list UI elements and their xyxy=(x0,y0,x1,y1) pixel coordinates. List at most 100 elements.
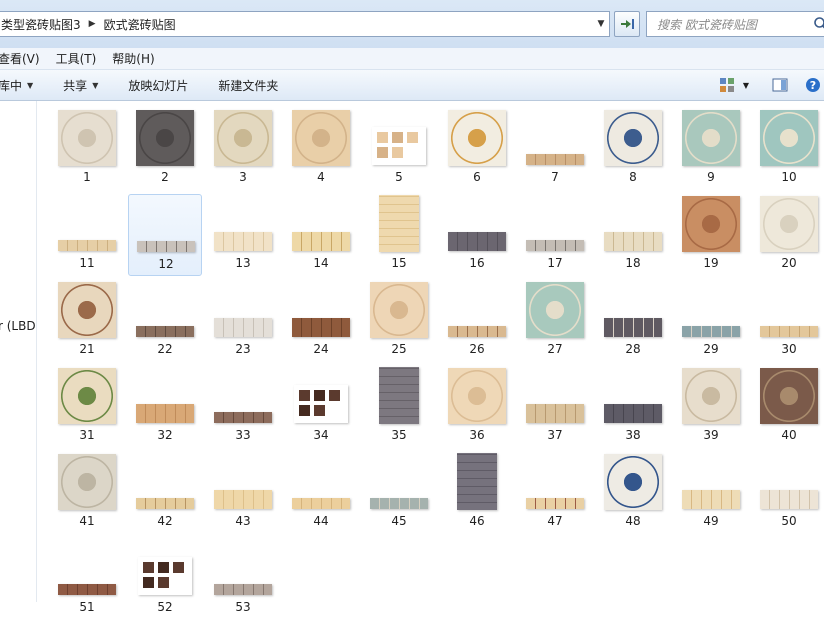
file-item[interactable]: 5 xyxy=(362,108,436,190)
address-dropdown-icon[interactable]: ▼ xyxy=(593,12,609,36)
file-item[interactable]: 26 xyxy=(440,280,514,362)
thumbnail-image xyxy=(760,490,818,509)
thumbnail-area xyxy=(206,538,280,600)
help-button[interactable]: ? xyxy=(802,77,824,93)
file-item[interactable]: 24 xyxy=(284,280,358,362)
thumbnail-area xyxy=(50,538,124,600)
file-item[interactable]: 51 xyxy=(50,538,124,620)
file-item[interactable]: 39 xyxy=(674,366,748,448)
file-item[interactable]: 9 xyxy=(674,108,748,190)
thumbnail-image xyxy=(370,282,428,338)
thumbnail-image xyxy=(604,404,662,423)
file-item[interactable]: 40 xyxy=(752,366,824,448)
view-options-dropdown[interactable]: ▼ xyxy=(738,81,754,90)
file-item[interactable]: 23 xyxy=(206,280,280,362)
change-view-button[interactable] xyxy=(716,77,738,93)
thumbnail-area xyxy=(440,452,514,514)
file-item[interactable]: 22 xyxy=(128,280,202,362)
file-item[interactable]: 45 xyxy=(362,452,436,534)
thumbnail-area xyxy=(674,452,748,514)
thumbnail-image xyxy=(682,490,740,509)
breadcrumb-separator-icon[interactable]: ▶ xyxy=(83,19,102,29)
file-item[interactable]: 12 xyxy=(128,194,202,276)
file-item[interactable]: 46 xyxy=(440,452,514,534)
file-item[interactable]: 49 xyxy=(674,452,748,534)
file-item[interactable]: 17 xyxy=(518,194,592,276)
file-item[interactable]: 15 xyxy=(362,194,436,276)
file-item[interactable]: 38 xyxy=(596,366,670,448)
search-input[interactable] xyxy=(655,13,809,37)
file-item[interactable]: 32 xyxy=(128,366,202,448)
file-item[interactable]: 7 xyxy=(518,108,592,190)
file-item[interactable]: 36 xyxy=(440,366,514,448)
file-list[interactable]: 1 2 3 4 5 6 7 8 9 10 11 12 13 14 15 16 17 18 19 20 21 22 23 24 2… xyxy=(37,101,824,614)
menu-help[interactable]: 帮助(H) xyxy=(104,50,162,67)
file-item[interactable]: 41 xyxy=(50,452,124,534)
thumbnail-area xyxy=(596,108,670,170)
file-item[interactable]: 3 xyxy=(206,108,280,190)
file-item[interactable]: 6 xyxy=(440,108,514,190)
thumbnail-image xyxy=(58,282,116,338)
file-name-label: 7 xyxy=(551,170,559,184)
file-item[interactable]: 14 xyxy=(284,194,358,276)
tile-swatch xyxy=(158,562,169,573)
search-box[interactable] xyxy=(646,11,824,37)
share-button[interactable]: 共享 ▼ xyxy=(48,77,113,94)
file-item[interactable]: 37 xyxy=(518,366,592,448)
file-item[interactable]: 42 xyxy=(128,452,202,534)
file-item[interactable]: 35 xyxy=(362,366,436,448)
preview-pane-button[interactable] xyxy=(768,77,792,93)
file-name-label: 11 xyxy=(79,256,95,270)
thumbnail-image xyxy=(292,498,350,509)
file-item[interactable]: 50 xyxy=(752,452,824,534)
file-item[interactable]: 27 xyxy=(518,280,592,362)
share-label: 共享 xyxy=(63,78,88,93)
tile-swatch xyxy=(377,147,388,158)
file-item[interactable]: 53 xyxy=(206,538,280,620)
search-icon[interactable] xyxy=(813,16,824,32)
file-item[interactable]: 43 xyxy=(206,452,280,534)
menu-tools[interactable]: 工具(T) xyxy=(48,50,105,67)
new-folder-button[interactable]: 新建文件夹 xyxy=(203,77,293,94)
file-item[interactable]: 10 xyxy=(752,108,824,190)
slideshow-button[interactable]: 放映幻灯片 xyxy=(113,77,203,94)
file-item[interactable]: 11 xyxy=(50,194,124,276)
file-item[interactable]: 21 xyxy=(50,280,124,362)
file-item[interactable]: 47 xyxy=(518,452,592,534)
file-item[interactable]: 19 xyxy=(674,194,748,276)
file-item[interactable]: 34 xyxy=(284,366,358,448)
breadcrumb-parent[interactable]: 类型瓷砖贴图3 xyxy=(0,16,83,33)
navigation-pane[interactable]: r (LBD xyxy=(0,101,37,602)
thumbnail-image xyxy=(136,326,194,337)
file-item[interactable]: 2 xyxy=(128,108,202,190)
nav-drive-item[interactable]: r (LBD xyxy=(0,319,36,333)
file-item[interactable]: 28 xyxy=(596,280,670,362)
file-item[interactable]: 18 xyxy=(596,194,670,276)
include-in-library-button[interactable]: 库中 ▼ xyxy=(0,77,48,94)
address-bar[interactable]: 类型瓷砖贴图3 ▶ 欧式瓷砖贴图 ▼ xyxy=(0,11,610,37)
file-item[interactable]: 44 xyxy=(284,452,358,534)
menu-view[interactable]: 查看(V) xyxy=(0,50,48,67)
file-item[interactable]: 31 xyxy=(50,366,124,448)
file-item[interactable]: 16 xyxy=(440,194,514,276)
thumbnail-image xyxy=(604,454,662,510)
file-item[interactable]: 52 xyxy=(128,538,202,620)
file-item[interactable]: 4 xyxy=(284,108,358,190)
refresh-button[interactable] xyxy=(614,11,640,37)
file-name-label: 19 xyxy=(703,256,719,270)
file-item[interactable]: 13 xyxy=(206,194,280,276)
file-item[interactable]: 20 xyxy=(752,194,824,276)
file-item[interactable]: 1 xyxy=(50,108,124,190)
file-item[interactable]: 48 xyxy=(596,452,670,534)
file-item[interactable]: 30 xyxy=(752,280,824,362)
thumbnail-image xyxy=(526,282,584,338)
breadcrumb-current[interactable]: 欧式瓷砖贴图 xyxy=(102,16,178,33)
thumbnail-image xyxy=(760,326,818,337)
thumbnail-area xyxy=(362,108,436,170)
file-item[interactable]: 29 xyxy=(674,280,748,362)
file-item[interactable]: 8 xyxy=(596,108,670,190)
file-item[interactable]: 33 xyxy=(206,366,280,448)
file-item[interactable]: 25 xyxy=(362,280,436,362)
file-name-label: 44 xyxy=(313,514,329,528)
thumbnail-area xyxy=(440,366,514,428)
